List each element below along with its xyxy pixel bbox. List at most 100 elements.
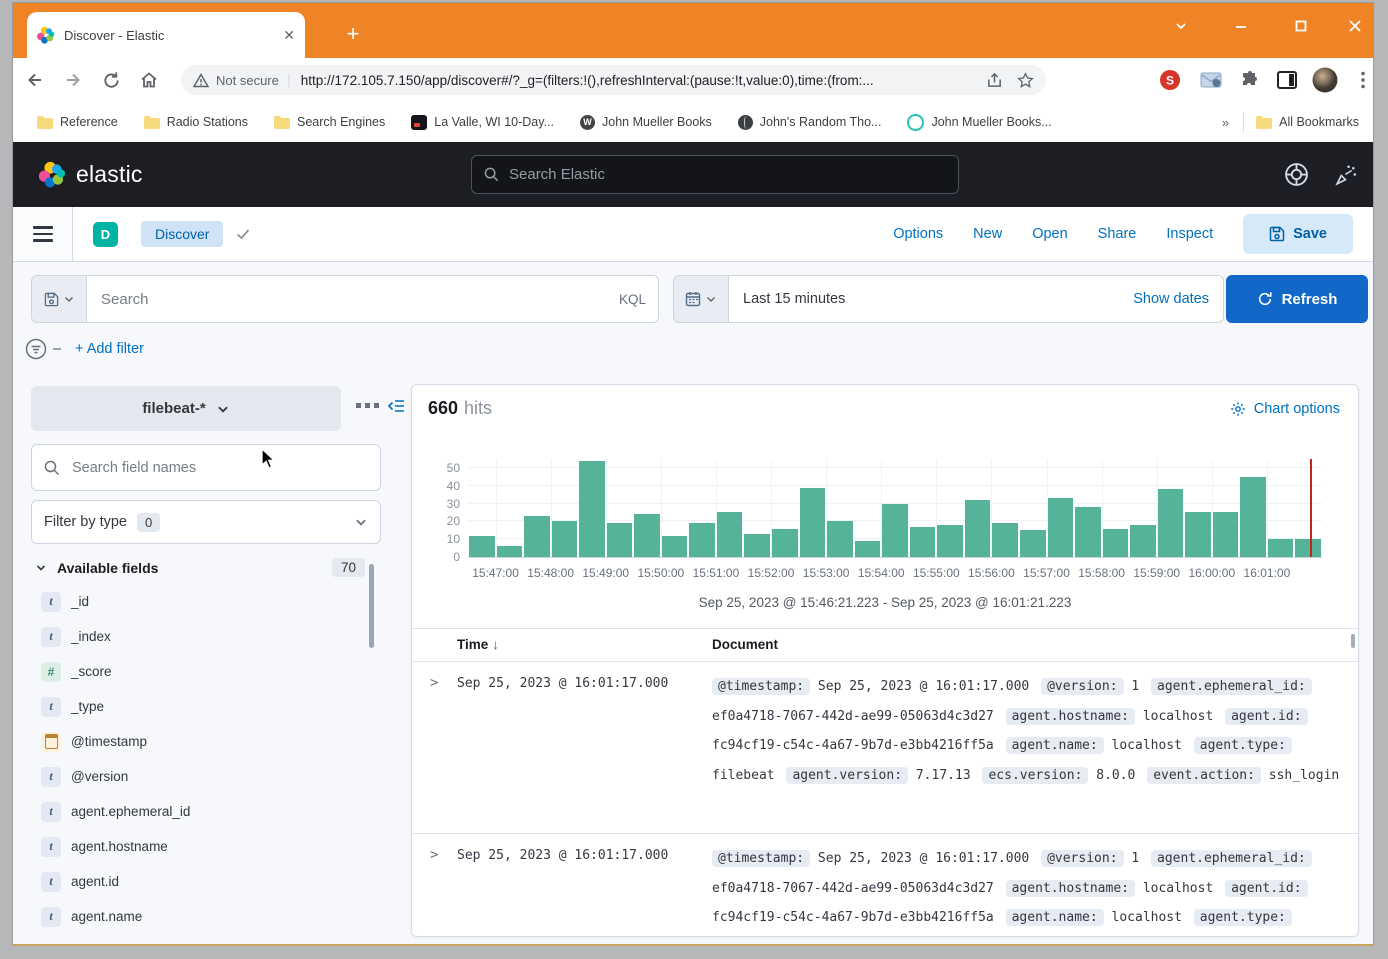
field-item[interactable]: #_score	[35, 654, 365, 689]
not-secure-warning-icon[interactable]	[193, 73, 209, 88]
available-fields-header[interactable]: Available fields 70	[35, 558, 365, 577]
field-item[interactable]: t_index	[35, 619, 365, 654]
elastic-logo[interactable]: elastic	[39, 161, 143, 188]
all-bookmarks-label[interactable]: All Bookmarks	[1279, 115, 1359, 129]
field-item[interactable]: t_type	[35, 689, 365, 724]
profile-avatar[interactable]	[1311, 66, 1339, 94]
browser-tab[interactable]: Discover - Elastic ✕	[27, 12, 305, 58]
histogram-bar[interactable]	[579, 461, 605, 557]
time-range-value[interactable]: Last 15 minutes	[743, 291, 1133, 307]
table-row[interactable]: >Sep 25, 2023 @ 16:01:17.000@timestamp: …	[412, 662, 1358, 834]
window-close-button[interactable]	[1335, 11, 1374, 41]
expand-row-icon[interactable]: >	[430, 847, 438, 863]
histogram-bar[interactable]	[552, 521, 578, 557]
bookmark-item[interactable]: Search Engines	[274, 115, 385, 129]
breadcrumb-discover[interactable]: Discover	[141, 221, 223, 247]
histogram-bar[interactable]	[634, 514, 660, 557]
bookmark-item[interactable]: John's Random Tho...	[738, 115, 882, 130]
histogram-bar[interactable]	[827, 521, 853, 557]
add-filter-button[interactable]: + Add filter	[75, 341, 144, 357]
histogram-chart[interactable]: 01020304050 15:47:0015:48:0015:49:0015:5…	[412, 445, 1359, 595]
histogram-bar[interactable]	[1240, 477, 1266, 557]
histogram-bar[interactable]	[992, 523, 1018, 557]
query-text-field[interactable]	[99, 290, 611, 309]
histogram-bar[interactable]	[717, 512, 743, 557]
field-search-input[interactable]	[31, 444, 381, 491]
histogram-bar[interactable]	[497, 546, 523, 557]
space-badge[interactable]: D	[93, 222, 118, 247]
refresh-button[interactable]: Refresh	[1226, 275, 1368, 323]
document-column-header[interactable]: Document	[712, 637, 778, 652]
bookmark-star-icon[interactable]	[1017, 72, 1034, 89]
histogram-bar[interactable]	[800, 488, 826, 557]
field-item[interactable]: t_id	[35, 584, 365, 619]
field-options-icon[interactable]	[356, 403, 379, 408]
histogram-bar[interactable]	[1130, 525, 1156, 557]
extensions-puzzle-icon[interactable]	[1236, 66, 1264, 94]
back-button[interactable]	[19, 64, 51, 96]
bookmark-item[interactable]: Radio Stations	[144, 115, 248, 129]
nav-link-new[interactable]: New	[973, 226, 1002, 242]
histogram-bar[interactable]	[524, 516, 550, 557]
reload-button[interactable]	[95, 64, 127, 96]
saved-query-menu-button[interactable]	[31, 275, 87, 323]
histogram-bar[interactable]	[469, 536, 495, 557]
histogram-bar[interactable]	[1103, 529, 1129, 558]
news-party-icon[interactable]	[1334, 162, 1360, 188]
time-range-picker[interactable]: Last 15 minutes Show dates	[728, 275, 1224, 323]
histogram-bar[interactable]	[662, 536, 688, 557]
datepicker-quick-menu-button[interactable]	[673, 275, 729, 323]
filter-by-type-dropdown[interactable]: Filter by type 0	[31, 500, 381, 544]
share-icon[interactable]	[986, 72, 1003, 89]
window-minimize-button[interactable]	[1221, 11, 1261, 41]
window-maximize-button[interactable]	[1281, 11, 1321, 41]
filter-icon[interactable]	[25, 338, 47, 360]
forward-button[interactable]	[57, 64, 89, 96]
nav-link-share[interactable]: Share	[1098, 226, 1137, 242]
histogram-bar[interactable]	[1158, 489, 1184, 557]
bookmark-item[interactable]: La Valle, WI 10-Day...	[411, 115, 554, 130]
nav-link-open[interactable]: Open	[1032, 226, 1067, 242]
collapse-sidebar-icon[interactable]	[387, 398, 405, 414]
field-item[interactable]: tagent.hostname	[35, 829, 365, 864]
field-search-field[interactable]	[70, 459, 368, 477]
save-button[interactable]: Save	[1243, 214, 1353, 254]
histogram-bar[interactable]	[689, 523, 715, 557]
time-column-header[interactable]: Time↓	[457, 637, 499, 652]
field-item[interactable]: @timestamp	[35, 724, 365, 759]
histogram-bar[interactable]	[1268, 539, 1294, 557]
field-item[interactable]: tagent.ephemeral_id	[35, 794, 365, 829]
histogram-bar[interactable]	[965, 500, 991, 557]
extension-mail-icon[interactable]	[1197, 66, 1225, 94]
histogram-bar[interactable]	[910, 527, 936, 557]
url-text[interactable]: http://172.105.7.150/app/discover#/?_g=(…	[301, 73, 978, 88]
field-item[interactable]: tagent.name	[35, 899, 365, 934]
sidebar-scrollbar[interactable]	[369, 564, 374, 648]
nav-link-options[interactable]: Options	[893, 226, 943, 242]
show-dates-button[interactable]: Show dates	[1133, 291, 1209, 307]
home-button[interactable]	[133, 64, 165, 96]
menu-hamburger-icon[interactable]	[13, 207, 73, 261]
bookmark-item[interactable]: WJohn Mueller Books	[580, 115, 712, 130]
histogram-bar[interactable]	[744, 534, 770, 557]
browser-menu-kebab-icon[interactable]	[1349, 66, 1374, 94]
histogram-bar[interactable]	[607, 523, 633, 557]
side-panel-icon[interactable]	[1273, 66, 1301, 94]
tab-search-icon[interactable]	[1161, 11, 1201, 41]
new-tab-button[interactable]: +	[339, 21, 367, 49]
extension-shield-icon[interactable]: S	[1156, 66, 1184, 94]
histogram-bar[interactable]	[1295, 539, 1321, 557]
nav-link-inspect[interactable]: Inspect	[1166, 226, 1213, 242]
expand-row-icon[interactable]: >	[430, 675, 438, 691]
field-item[interactable]: tagent.id	[35, 864, 365, 899]
query-input[interactable]: KQL	[86, 275, 659, 323]
table-scrollbar[interactable]	[1351, 634, 1355, 648]
histogram-bar[interactable]	[1075, 507, 1101, 557]
histogram-bar[interactable]	[937, 525, 963, 557]
help-icon[interactable]	[1284, 162, 1310, 188]
table-row[interactable]: >Sep 25, 2023 @ 16:01:17.000@timestamp: …	[412, 834, 1358, 937]
global-search-input[interactable]: Search Elastic	[471, 155, 959, 194]
kql-label[interactable]: KQL	[619, 292, 646, 307]
field-item[interactable]: t@version	[35, 759, 365, 794]
histogram-bar[interactable]	[855, 541, 881, 557]
